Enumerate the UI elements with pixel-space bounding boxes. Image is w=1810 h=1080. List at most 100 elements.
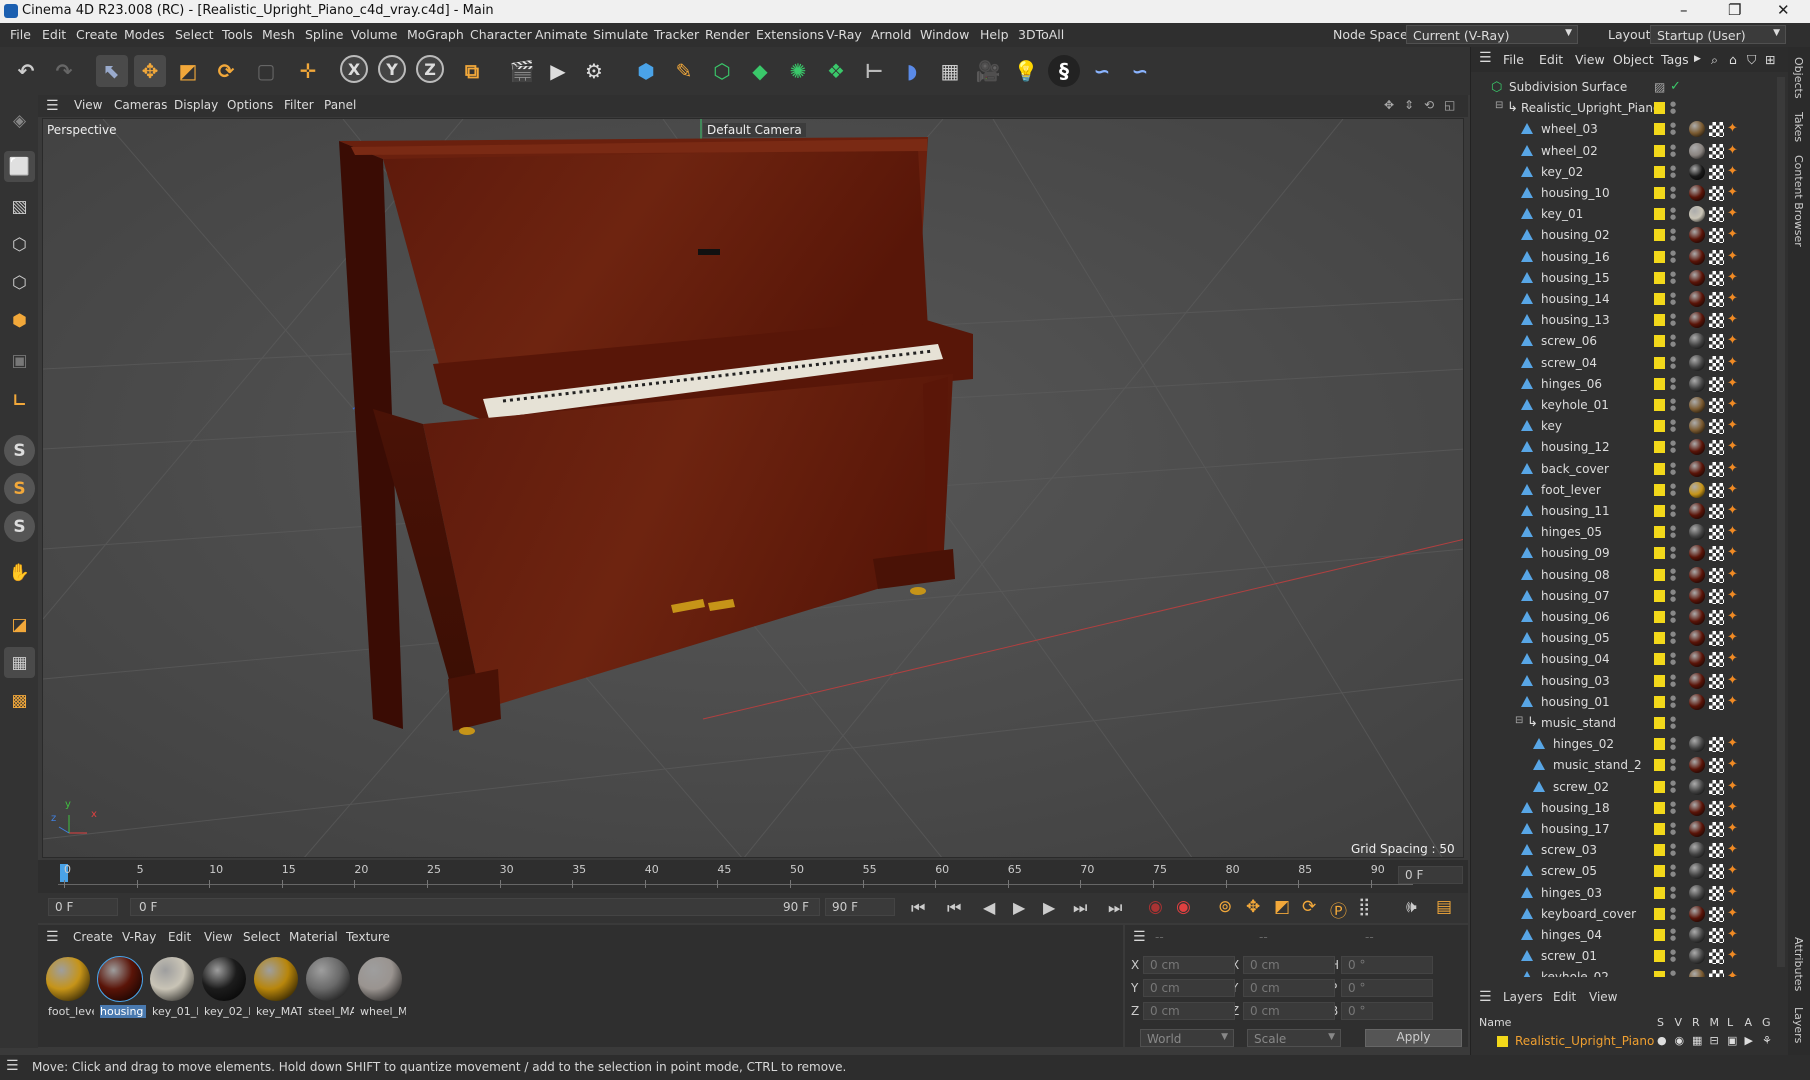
keyframe-selection-icon[interactable]: ⊚ xyxy=(1218,897,1232,917)
obj-menu-view[interactable]: View xyxy=(1575,52,1605,67)
layer-color-swatch[interactable] xyxy=(1497,1036,1508,1047)
layer-color-icon[interactable] xyxy=(1654,950,1665,963)
obj-menu-object[interactable]: Object xyxy=(1613,52,1654,67)
close-button[interactable]: ✕ xyxy=(1777,1,1790,19)
axis-mode-icon[interactable]: ∟ xyxy=(4,385,35,416)
material-tag-icon[interactable] xyxy=(1689,503,1705,519)
visibility-dots-icon[interactable]: ● ● xyxy=(1670,143,1676,159)
phong-tag-icon[interactable]: ✦ xyxy=(1727,864,1741,878)
autokey-icon[interactable]: ◉ xyxy=(1176,897,1191,917)
object-row[interactable]: housing_04 ● ● ✦ xyxy=(1471,649,1789,670)
locked-workplane-icon[interactable]: ▩ xyxy=(4,685,35,716)
phong-tag-icon[interactable]: ✦ xyxy=(1727,758,1741,772)
object-name[interactable]: hinges_06 xyxy=(1541,377,1602,391)
object-row[interactable]: housing_05 ● ● ✦ xyxy=(1471,628,1789,649)
material-swatch[interactable] xyxy=(46,957,90,1001)
uvw-tag-icon[interactable] xyxy=(1709,588,1724,604)
home-icon[interactable]: ⌂ xyxy=(1729,52,1737,67)
phong-tag-icon[interactable]: ✦ xyxy=(1727,292,1741,306)
uvw-tag-icon[interactable] xyxy=(1709,800,1724,816)
layer-menu-layers[interactable]: Layers xyxy=(1503,990,1543,1004)
visibility-dots-icon[interactable]: ● ● xyxy=(1670,440,1676,455)
object-name[interactable]: Realistic_Upright_Piano xyxy=(1521,101,1660,115)
uvw-tag-icon[interactable] xyxy=(1709,610,1724,625)
rotate-tool-icon[interactable]: ⟳ xyxy=(210,55,242,87)
layout-dropdown[interactable]: Startup (User) ▼ xyxy=(1650,25,1786,44)
layer-color-icon[interactable] xyxy=(1654,632,1665,645)
x-axis-lock-icon[interactable]: X xyxy=(340,55,368,83)
render-picture-viewer-icon[interactable]: ▶ xyxy=(542,55,574,87)
uvw-tag-icon[interactable] xyxy=(1709,482,1724,498)
visibility-dots-icon[interactable]: ● ● xyxy=(1670,673,1676,689)
phong-tag-icon[interactable]: ✦ xyxy=(1727,589,1741,603)
visibility-dots-icon[interactable]: ● ● xyxy=(1670,885,1676,901)
menu-character[interactable]: Character xyxy=(470,27,532,42)
coord-mode-dropdown[interactable]: World ▼ xyxy=(1140,1029,1234,1047)
new-view-icon[interactable]: ⊞ xyxy=(1765,52,1775,67)
menu-simulate[interactable]: Simulate xyxy=(593,27,648,42)
cloner-icon[interactable]: ✺ xyxy=(782,55,814,87)
object-name[interactable]: hinges_02 xyxy=(1553,737,1614,751)
visibility-dots-icon[interactable]: ● ● xyxy=(1670,822,1676,837)
layer-toggle-icon[interactable]: ▦ xyxy=(1692,1034,1702,1047)
phong-tag-icon[interactable]: ✦ xyxy=(1727,652,1741,666)
visibility-dots-icon[interactable]: ● ● xyxy=(1670,186,1676,201)
object-name[interactable]: housing_02 xyxy=(1541,228,1610,242)
visibility-dots-icon[interactable]: ● ● xyxy=(1670,758,1676,773)
menu-select[interactable]: Select xyxy=(175,27,214,42)
phong-tag-icon[interactable]: ✦ xyxy=(1727,377,1741,391)
material-tag-icon[interactable] xyxy=(1689,757,1705,774)
coord-value-field[interactable]: 0 cm xyxy=(1243,1002,1335,1020)
select-tool-icon[interactable]: ⬉ xyxy=(96,55,128,87)
phong-tag-icon[interactable]: ✦ xyxy=(1727,483,1741,497)
dolly-view-icon[interactable]: ⇕ xyxy=(1404,98,1414,112)
object-name[interactable]: housing_07 xyxy=(1541,589,1610,603)
phong-tag-icon[interactable]: ✦ xyxy=(1727,419,1741,433)
field-icon[interactable]: ◗ xyxy=(896,55,928,87)
visibility-dots-icon[interactable]: ● ● xyxy=(1670,631,1676,646)
material-tag-icon[interactable] xyxy=(1689,481,1705,498)
object-row[interactable]: screw_04 ● ● ✦ xyxy=(1471,353,1789,374)
layer-color-icon[interactable] xyxy=(1654,823,1665,835)
layer-toggle-icon[interactable]: ⊟ xyxy=(1710,1034,1719,1047)
object-name[interactable]: housing_03 xyxy=(1541,674,1610,688)
object-name[interactable]: wheel_02 xyxy=(1541,144,1598,158)
prev-frame-icon[interactable]: ◀ xyxy=(983,898,995,917)
material-tag-icon[interactable] xyxy=(1689,948,1705,965)
visibility-dots-icon[interactable]: ● ● xyxy=(1670,716,1676,731)
visibility-dots-icon[interactable]: ● ● xyxy=(1670,864,1676,879)
move-tool-icon[interactable]: ✥ xyxy=(134,55,166,87)
material-tag-icon[interactable] xyxy=(1689,545,1705,562)
visibility-dots-icon[interactable]: ● ● xyxy=(1670,928,1676,943)
object-row[interactable]: housing_14 ● ● ✦ xyxy=(1471,289,1789,310)
maximize-button[interactable]: ❐ xyxy=(1728,1,1741,19)
camera-label[interactable]: Default Camera xyxy=(703,123,806,137)
phong-tag-icon[interactable]: ✦ xyxy=(1727,207,1741,221)
object-row[interactable]: screw_06 ● ● ✦ xyxy=(1471,331,1789,352)
material-tag-icon[interactable] xyxy=(1689,163,1705,180)
uvw-tag-icon[interactable] xyxy=(1709,694,1724,710)
prev-key-icon[interactable]: ⏮ xyxy=(947,898,961,918)
material-label[interactable]: steel_MA xyxy=(308,1005,354,1018)
undo-icon[interactable]: ↶ xyxy=(10,55,42,87)
object-name[interactable]: screw_01 xyxy=(1541,949,1597,963)
phong-tag-icon[interactable]: ✦ xyxy=(1727,546,1741,560)
next-frame-icon[interactable]: ▶ xyxy=(1043,898,1055,917)
object-row[interactable]: hinges_03 ● ● ✦ xyxy=(1471,883,1789,904)
object-row[interactable]: screw_01 ● ● ✦ xyxy=(1471,946,1789,967)
menu-mograph[interactable]: MoGraph xyxy=(407,27,464,42)
object-row[interactable]: housing_12 ● ● ✦ xyxy=(1471,437,1789,458)
layer-color-icon[interactable] xyxy=(1654,611,1665,623)
uvw-tag-icon[interactable] xyxy=(1709,122,1724,138)
menu-volume[interactable]: Volume xyxy=(351,27,398,42)
menu-window[interactable]: Window xyxy=(920,27,969,42)
object-name[interactable]: screw_05 xyxy=(1541,864,1597,878)
object-row[interactable]: housing_16 ● ● ✦ xyxy=(1471,247,1789,268)
layer-name[interactable]: Realistic_Upright_Piano xyxy=(1515,1034,1654,1048)
layer-toggle-icon[interactable]: ◉ xyxy=(1675,1034,1685,1047)
object-row[interactable]: housing_08 ● ● ✦ xyxy=(1471,565,1789,586)
coord-value-field[interactable]: 0 cm xyxy=(1143,1002,1235,1020)
object-name[interactable]: housing_08 xyxy=(1541,568,1610,582)
layer-color-icon[interactable] xyxy=(1654,907,1665,920)
layer-color-icon[interactable] xyxy=(1654,314,1665,327)
